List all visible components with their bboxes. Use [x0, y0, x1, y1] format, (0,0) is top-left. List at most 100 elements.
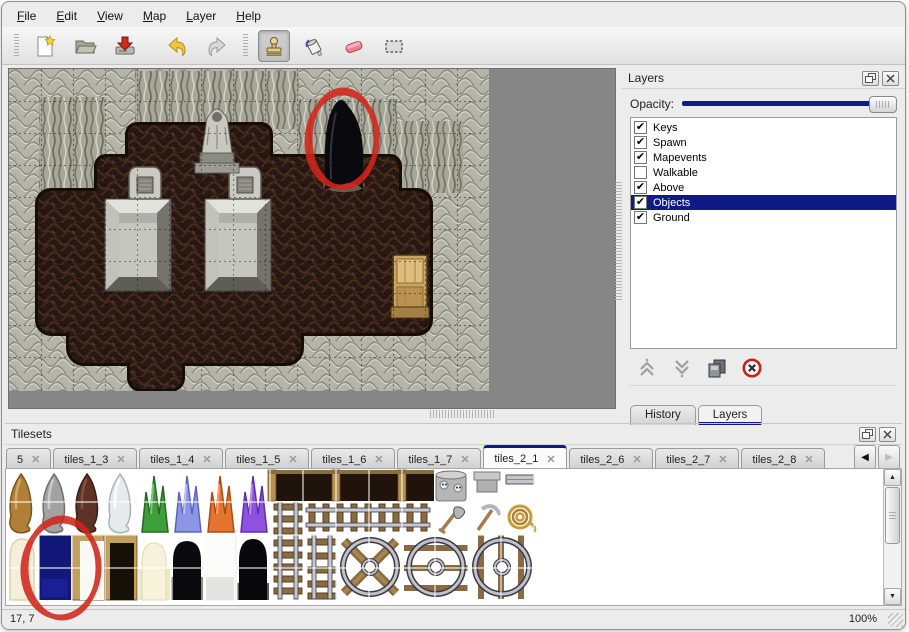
tile-rope-coil[interactable]	[509, 506, 535, 532]
tileset-canvas[interactable]: ▲ ▼	[5, 468, 902, 606]
layer-row-walkable[interactable]: Walkable	[631, 165, 896, 180]
undo-button[interactable]	[161, 30, 193, 62]
toolbar-grip[interactable]	[243, 34, 248, 58]
tab-close-icon[interactable]: ✕	[632, 453, 641, 466]
tile-rock-ice[interactable]	[109, 474, 131, 533]
tile-cave-black[interactable]	[171, 541, 203, 600]
tab-close-icon[interactable]: ✕	[202, 453, 211, 466]
layer-visibility-checkbox[interactable]: ✔	[634, 136, 647, 149]
move-layer-down-button[interactable]	[671, 357, 693, 384]
tileset-tab-tiles_1_7[interactable]: tiles_1_7✕	[397, 448, 481, 470]
tile-rail-corner[interactable]	[308, 535, 336, 599]
select-tool-button[interactable]	[378, 30, 410, 62]
menu-help[interactable]: Help	[227, 7, 270, 25]
tab-close-icon[interactable]: ✕	[718, 453, 727, 466]
new-file-button[interactable]	[29, 30, 61, 62]
vertical-splitter[interactable]	[615, 182, 622, 302]
tileset-tab-tiles_1_4[interactable]: tiles_1_4✕	[139, 448, 223, 470]
open-button[interactable]	[69, 30, 101, 62]
scroll-down-button[interactable]: ▼	[884, 588, 901, 605]
tile-pickaxe[interactable]	[478, 506, 500, 530]
tile-crystal-green[interactable]	[142, 476, 168, 532]
horizontal-splitter[interactable]	[430, 410, 496, 418]
tab-close-icon[interactable]: ✕	[374, 453, 383, 466]
map-viewport[interactable]	[8, 68, 616, 409]
layer-row-keys[interactable]: ✔Keys	[631, 120, 896, 135]
layer-visibility-checkbox[interactable]: ✔	[634, 196, 647, 209]
tile-rail-turntable[interactable]	[475, 535, 529, 599]
layer-visibility-checkbox[interactable]: ✔	[634, 151, 647, 164]
tab-close-icon[interactable]: ✕	[804, 453, 813, 466]
tileset-tab-tiles_2_8[interactable]: tiles_2_8✕	[741, 448, 825, 470]
tab-close-icon[interactable]: ✕	[546, 453, 555, 466]
tile-crystal-orange[interactable]	[208, 476, 234, 532]
stamp-tool-button[interactable]	[258, 30, 290, 62]
menu-edit[interactable]: Edit	[47, 7, 86, 25]
menu-map[interactable]: Map	[134, 7, 175, 25]
tile-crystal-purple[interactable]	[241, 476, 267, 532]
tile-arch-cream[interactable]	[138, 543, 170, 600]
close-panel-button[interactable]	[879, 427, 896, 442]
tile-rail-turntable[interactable]	[343, 540, 397, 594]
opacity-slider-track[interactable]	[682, 101, 871, 106]
tile-pit-walls[interactable]	[268, 470, 434, 501]
tileset-tab-5[interactable]: 5✕	[6, 448, 51, 470]
eraser-tool-button[interactable]	[338, 30, 370, 62]
toolbar-grip[interactable]	[14, 34, 19, 58]
layer-row-mapevents[interactable]: ✔Mapevents	[631, 150, 896, 165]
tab-scroll-right-button[interactable]: ▶	[878, 445, 900, 469]
tileset-tab-tiles_2_7[interactable]: tiles_2_7✕	[655, 448, 739, 470]
tab-close-icon[interactable]: ✕	[31, 453, 40, 466]
tile-rock-gray[interactable]	[43, 474, 65, 533]
tab-close-icon[interactable]: ✕	[288, 453, 297, 466]
opacity-slider[interactable]	[682, 96, 897, 111]
tab-close-icon[interactable]: ✕	[460, 453, 469, 466]
tileset-tab-tiles_2_1[interactable]: tiles_2_1✕	[483, 445, 567, 470]
tileset-tab-tiles_1_5[interactable]: tiles_1_5✕	[225, 448, 309, 470]
layer-row-objects[interactable]: ✔Objects	[631, 195, 896, 210]
redo-button[interactable]	[201, 30, 233, 62]
duplicate-layer-button[interactable]	[706, 357, 728, 384]
layer-row-spawn[interactable]: ✔Spawn	[631, 135, 896, 150]
menu-view[interactable]: View	[88, 7, 132, 25]
layer-row-above[interactable]: ✔Above	[631, 180, 896, 195]
tile-pillar-skulls[interactable]	[436, 471, 466, 501]
float-panel-button[interactable]	[862, 71, 879, 86]
resize-grip[interactable]	[888, 613, 903, 627]
tileset-scrollbar[interactable]: ▲ ▼	[883, 469, 901, 605]
menu-layer[interactable]: Layer	[177, 7, 225, 25]
map-canvas[interactable]	[9, 69, 489, 391]
move-layer-up-button[interactable]	[636, 357, 658, 384]
tile-shovel[interactable]	[439, 507, 465, 533]
dock-tab-layers[interactable]: Layers	[698, 405, 763, 425]
tile-arch-ghost[interactable]	[10, 539, 34, 600]
tab-close-icon[interactable]: ✕	[116, 453, 125, 466]
tile-rail-turntable[interactable]	[404, 540, 468, 594]
dock-tab-history[interactable]: History	[630, 405, 696, 425]
tab-scroll-left-button[interactable]: ◀	[854, 445, 876, 469]
scrollbar-thumb[interactable]	[885, 487, 900, 544]
fill-tool-button[interactable]	[298, 30, 330, 62]
tileset-tab-tiles_2_6[interactable]: tiles_2_6✕	[569, 448, 653, 470]
scroll-up-button[interactable]: ▲	[884, 469, 901, 486]
tile-cave-arch[interactable]	[237, 539, 269, 600]
tile-rock-maroon[interactable]	[76, 474, 98, 533]
close-panel-button[interactable]	[882, 71, 899, 86]
tile-rail-vertical[interactable]	[274, 502, 302, 599]
save-button[interactable]	[109, 30, 141, 62]
tile-rail-horizontal[interactable]	[306, 504, 430, 531]
layer-visibility-checkbox[interactable]: ✔	[634, 181, 647, 194]
tile-rock-gold[interactable]	[10, 474, 32, 533]
opacity-slider-handle[interactable]	[869, 96, 897, 113]
tile-metal-bar[interactable]	[506, 475, 534, 484]
layer-visibility-checkbox[interactable]: ✔	[634, 211, 647, 224]
layer-visibility-checkbox[interactable]	[634, 166, 647, 179]
layer-visibility-checkbox[interactable]: ✔	[634, 121, 647, 134]
layer-row-ground[interactable]: ✔Ground	[631, 210, 896, 225]
menu-file[interactable]: File	[8, 7, 45, 25]
delete-layer-button[interactable]	[741, 357, 763, 384]
tile-crystal-blue[interactable]	[175, 476, 201, 532]
tile-column[interactable]	[474, 472, 500, 492]
tileset-tab-tiles_1_6[interactable]: tiles_1_6✕	[311, 448, 395, 470]
float-panel-button[interactable]	[859, 427, 876, 442]
